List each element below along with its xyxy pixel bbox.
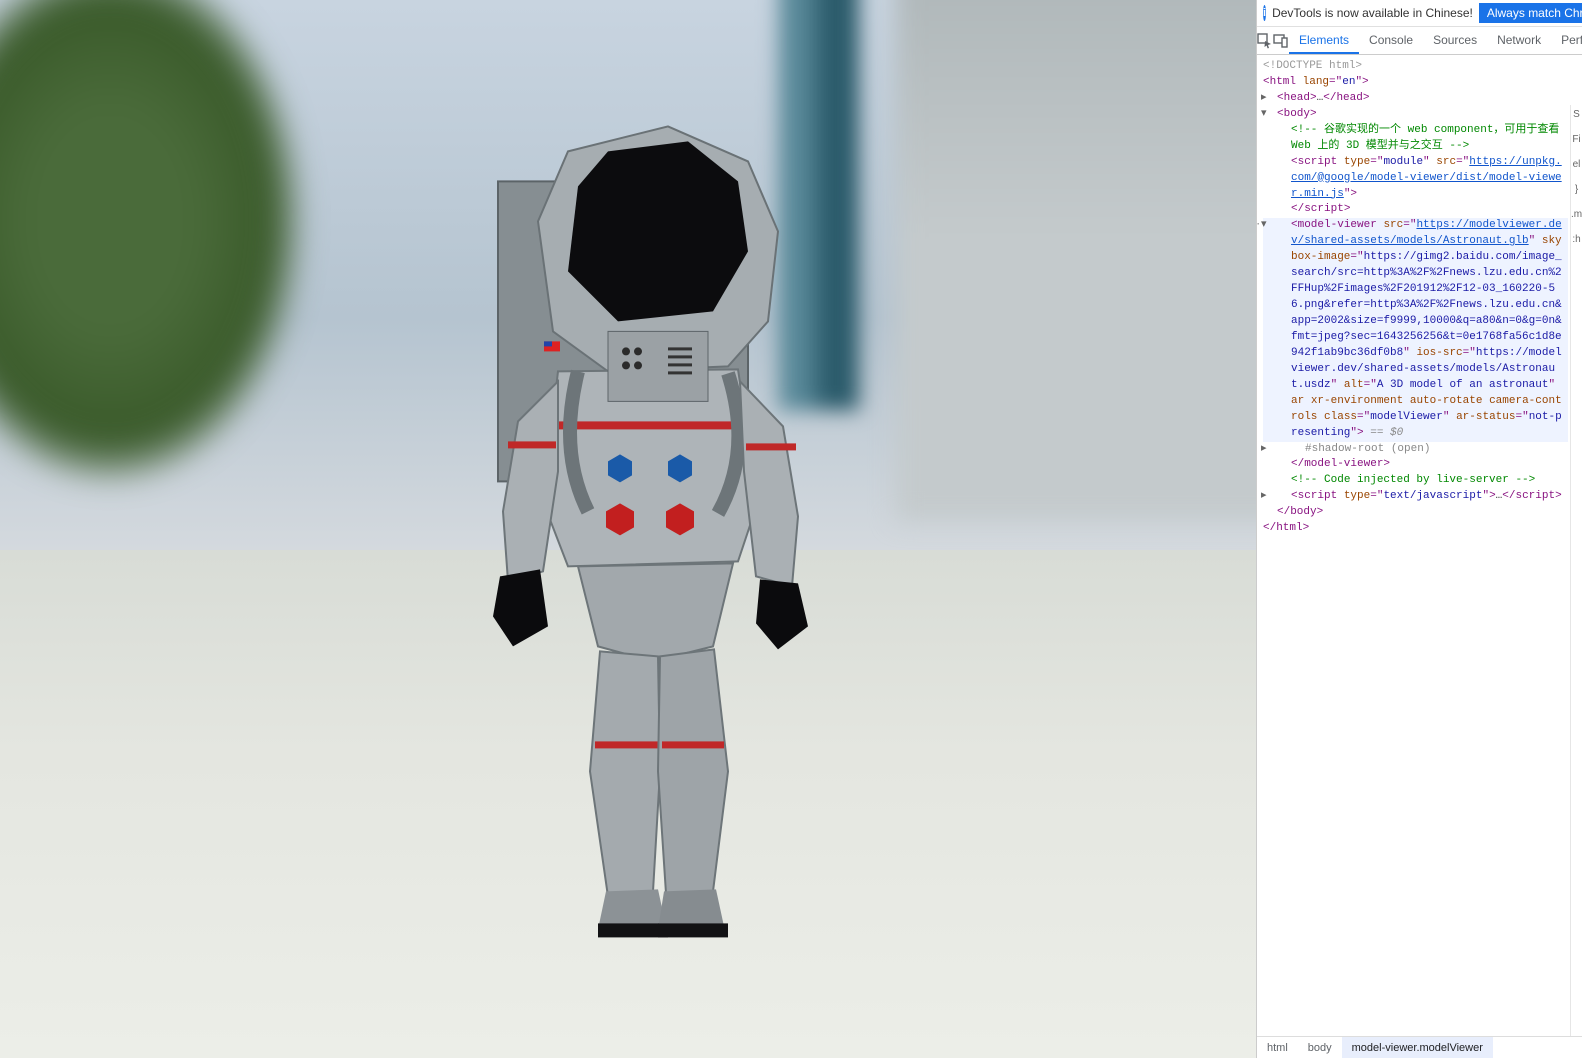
- astronaut-model[interactable]: [308, 71, 948, 951]
- inspect-element-icon[interactable]: [1257, 27, 1273, 54]
- tab-console[interactable]: Console: [1359, 27, 1423, 54]
- elements-dom-tree[interactable]: <!DOCTYPE html> <html lang="en"> ▸<head>…: [1257, 55, 1582, 1036]
- devtools-toolbar: Elements Console Sources Network Perform: [1257, 27, 1582, 55]
- crumb-body[interactable]: body: [1298, 1037, 1342, 1058]
- dom-selected-node[interactable]: ⋯ ▾ <model-viewer src="https://modelview…: [1263, 218, 1568, 441]
- expander-icon[interactable]: ▾: [1261, 218, 1271, 234]
- background-tree: [0, 0, 300, 480]
- dom-doctype: <!DOCTYPE html>: [1263, 60, 1362, 72]
- tab-elements[interactable]: Elements: [1289, 27, 1359, 54]
- infobar-text: DevTools is now available in Chinese!: [1272, 6, 1473, 20]
- background-building: [896, 0, 1256, 520]
- match-lang-button[interactable]: Always match Chrome's lang: [1479, 3, 1582, 23]
- tab-sources[interactable]: Sources: [1423, 27, 1487, 54]
- selected-node-actions-icon[interactable]: ⋯: [1257, 218, 1260, 234]
- devtools-tabs: Elements Console Sources Network Perform: [1289, 27, 1582, 54]
- model-viewer-viewport[interactable]: [0, 0, 1256, 1058]
- device-toolbar-icon[interactable]: [1273, 27, 1289, 54]
- devtools-panel: i DevTools is now available in Chinese! …: [1256, 0, 1582, 1058]
- crumb-html[interactable]: html: [1257, 1037, 1298, 1058]
- devtools-info-bar: i DevTools is now available in Chinese! …: [1257, 0, 1582, 27]
- styles-sidebar-collapsed[interactable]: S Fi el } .m :h: [1570, 105, 1582, 1036]
- tab-network[interactable]: Network: [1487, 27, 1551, 54]
- tab-performance[interactable]: Perform: [1551, 27, 1582, 54]
- expander-icon[interactable]: ▾: [1261, 107, 1271, 123]
- expander-icon[interactable]: ▸: [1261, 442, 1271, 458]
- expander-icon[interactable]: ▸: [1261, 91, 1271, 107]
- expander-icon[interactable]: ▸: [1261, 489, 1271, 505]
- dom-breadcrumb: html body model-viewer.modelViewer: [1257, 1036, 1582, 1058]
- crumb-model-viewer[interactable]: model-viewer.modelViewer: [1342, 1037, 1493, 1058]
- info-icon: i: [1263, 5, 1266, 21]
